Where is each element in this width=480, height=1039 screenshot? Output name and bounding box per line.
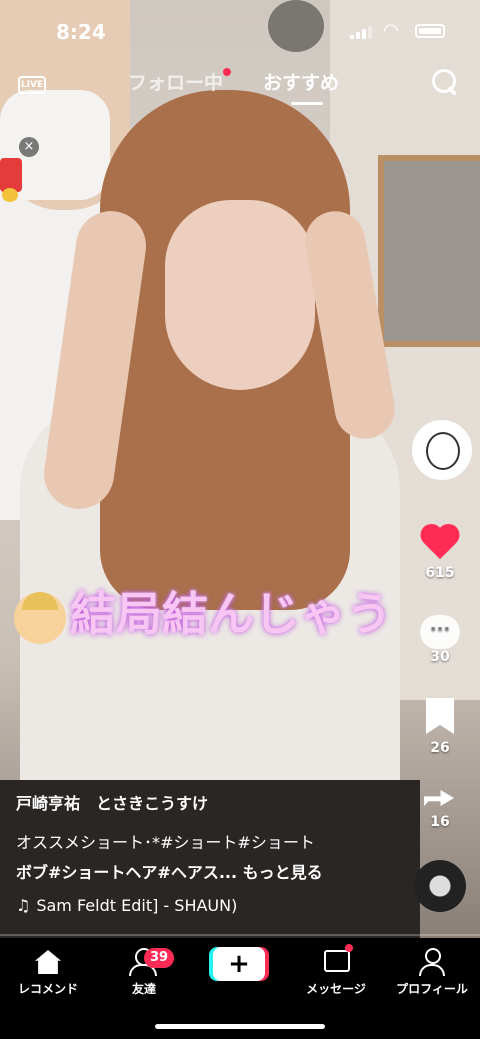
tab-profile-label: プロフィール bbox=[396, 982, 468, 996]
tab-home[interactable]: レコメンド bbox=[0, 946, 96, 997]
active-tab-indicator bbox=[291, 102, 323, 105]
status-bar: 8:24 ◠ bbox=[0, 0, 480, 60]
gift-close-button[interactable]: × bbox=[19, 137, 39, 157]
create-button[interactable]: + bbox=[213, 947, 265, 981]
bookmark-icon bbox=[426, 698, 454, 734]
top-navigation: LIVE フォロー中 おすすめ bbox=[0, 66, 480, 106]
creator-name[interactable]: 戸崎亨祐 とさきこうすけ bbox=[16, 790, 396, 814]
save-button[interactable]: 26 bbox=[400, 698, 480, 756]
description-line-1: オススメショート･*#ショート#ショート bbox=[16, 833, 315, 852]
search-icon-handle bbox=[447, 86, 457, 96]
tab-recommended-label: おすすめ bbox=[263, 72, 340, 94]
wifi-icon: ◠ bbox=[383, 20, 399, 41]
message-dot bbox=[345, 944, 353, 952]
live-icon: LIVE bbox=[18, 76, 46, 94]
save-count: 26 bbox=[430, 740, 450, 756]
model-face bbox=[165, 200, 315, 390]
video-caption-overlay: 結局結んじゃう bbox=[14, 578, 392, 644]
post-info: 戸崎亨祐 とさきこうすけ オススメショート･*#ショート#ショート ボブ#ショー… bbox=[16, 790, 396, 915]
overlay-text: 結局結んじゃう bbox=[70, 587, 392, 641]
tab-friends-label: 友達 bbox=[131, 982, 156, 996]
comment-count: 30 bbox=[430, 649, 450, 665]
tab-recommended[interactable]: おすすめ bbox=[263, 68, 339, 95]
search-button[interactable] bbox=[431, 68, 461, 98]
music-title: Sam Feldt Edit] - SHAUN) bbox=[36, 896, 238, 915]
live-button[interactable]: LIVE bbox=[18, 68, 50, 98]
comment-icon bbox=[420, 615, 460, 649]
tab-profile[interactable]: プロフィール bbox=[384, 946, 480, 997]
tab-messages[interactable]: メッセージ bbox=[288, 944, 384, 997]
heart-icon bbox=[418, 525, 462, 565]
tab-following-label: フォロー中 bbox=[128, 72, 224, 94]
like-button[interactable]: 615 bbox=[400, 525, 480, 581]
comment-button[interactable]: 30 bbox=[400, 615, 480, 665]
bottom-tab-bar: レコメンド 友達 39 + メッセージ プロフィール bbox=[0, 938, 480, 1039]
notification-dot bbox=[223, 68, 232, 76]
gift-icon bbox=[0, 158, 22, 192]
friends-badge: 39 bbox=[144, 948, 175, 968]
battery-icon bbox=[415, 24, 445, 38]
profile-icon bbox=[417, 946, 447, 976]
coin-icon bbox=[2, 188, 18, 202]
signal-icon bbox=[350, 25, 376, 39]
like-count: 615 bbox=[425, 565, 455, 581]
share-button[interactable]: 16 bbox=[400, 782, 480, 830]
creator-avatar[interactable] bbox=[412, 420, 472, 480]
tab-following[interactable]: フォロー中 bbox=[128, 68, 232, 95]
description-line-2: ボブ#ショートヘア#ヘアス... もっと見る bbox=[16, 863, 323, 882]
gift-box-icon[interactable] bbox=[0, 148, 28, 208]
home-icon bbox=[33, 946, 63, 976]
tab-home-label: レコメンド bbox=[17, 982, 78, 996]
share-count: 16 bbox=[430, 814, 450, 830]
video-progress-bar[interactable] bbox=[0, 934, 480, 936]
post-description[interactable]: オススメショート･*#ショート#ショート ボブ#ショートヘア#ヘアス... もっ… bbox=[16, 828, 396, 888]
share-icon bbox=[420, 782, 460, 814]
home-indicator bbox=[155, 1024, 325, 1029]
message-icon bbox=[321, 944, 353, 976]
tab-messages-label: メッセージ bbox=[306, 982, 366, 996]
woman-emoji-icon bbox=[14, 591, 66, 644]
music-note-icon: ♫ bbox=[16, 896, 31, 915]
tab-friends[interactable]: 友達 39 bbox=[96, 946, 192, 997]
music-track[interactable]: ♫ Sam Feldt Edit] - SHAUN) bbox=[16, 896, 396, 915]
music-disc-icon[interactable] bbox=[414, 860, 466, 912]
mirror bbox=[378, 155, 480, 347]
status-time: 8:24 bbox=[56, 20, 106, 44]
